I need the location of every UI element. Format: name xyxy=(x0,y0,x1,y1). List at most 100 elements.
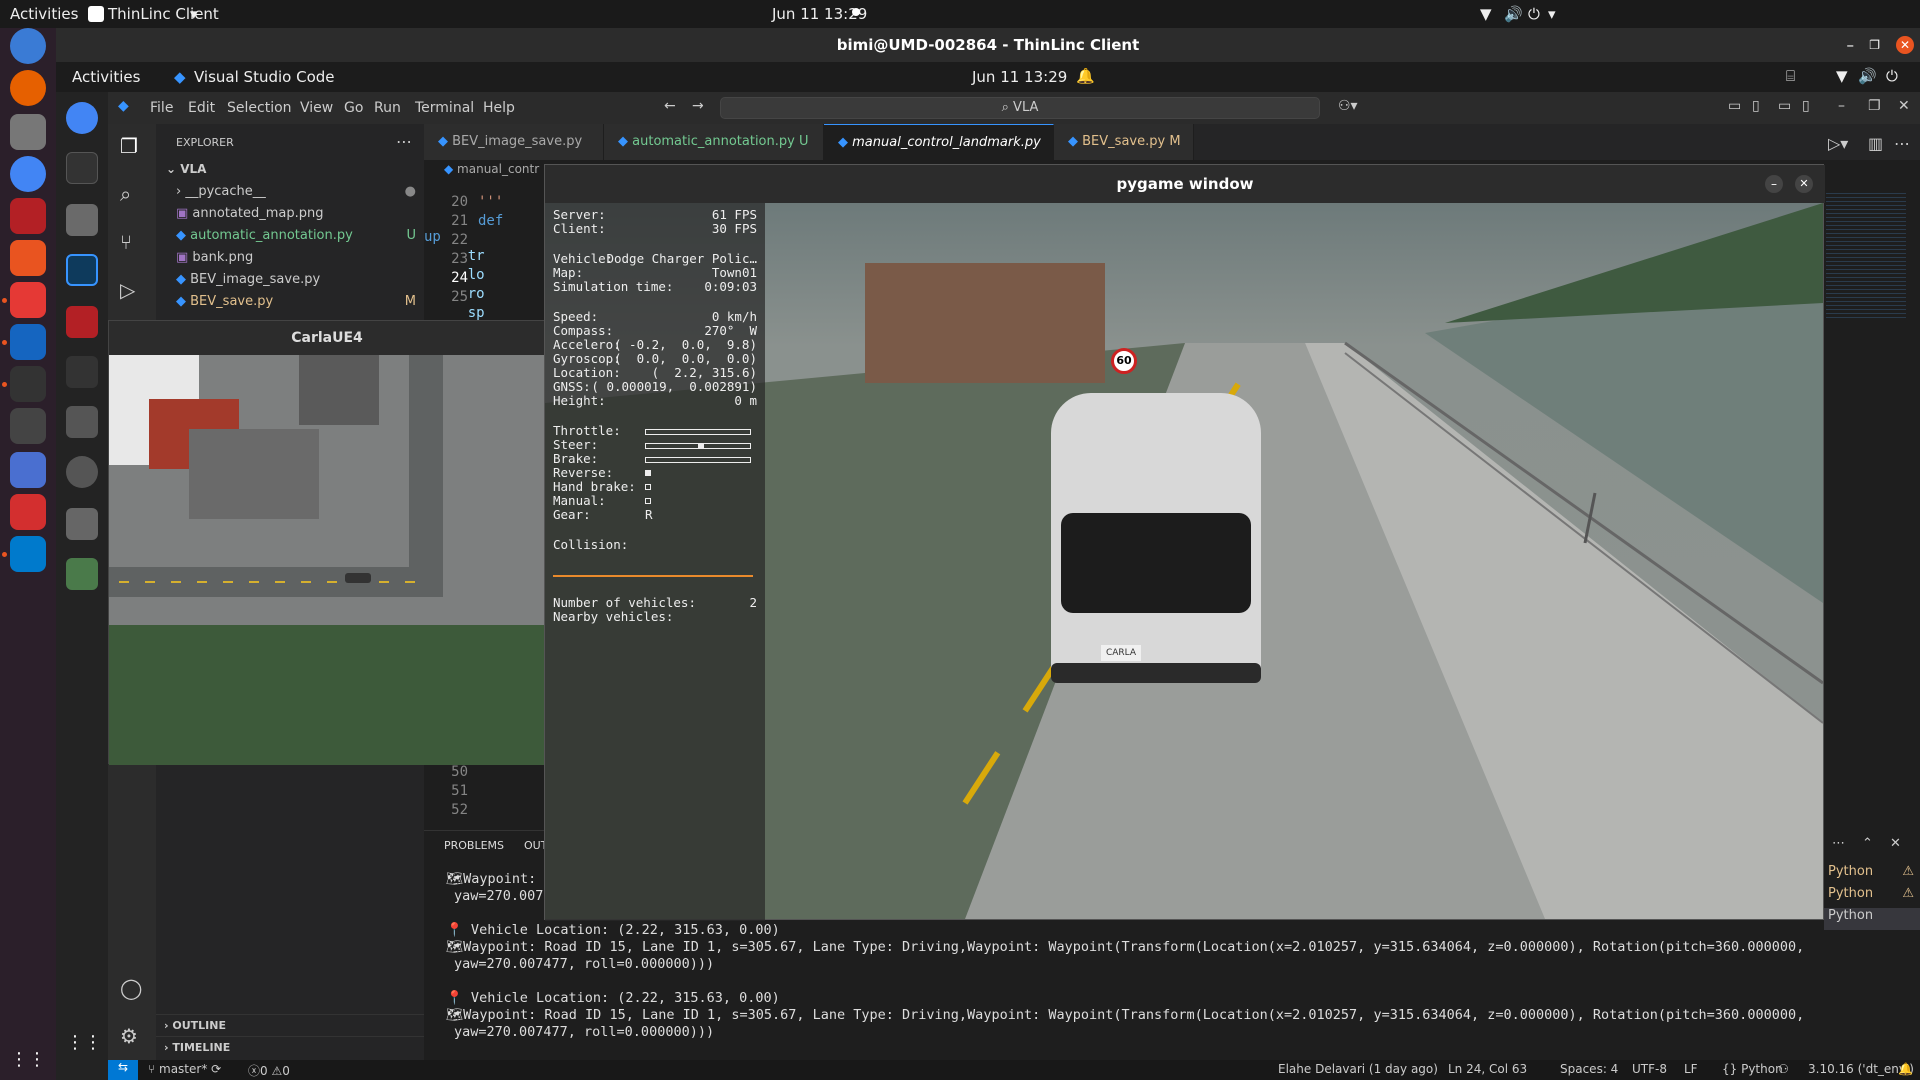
wifi-icon[interactable]: ▼ xyxy=(1480,5,1492,23)
power-icon[interactable]: ⏻ xyxy=(1528,5,1540,23)
close-panel-icon[interactable]: ✕ xyxy=(1890,836,1901,851)
show-apps-icon[interactable]: ⋮⋮ xyxy=(66,1032,102,1064)
restore-icon[interactable]: ❐ xyxy=(1869,28,1880,62)
search-icon[interactable]: ⌕ xyxy=(120,182,131,206)
layout-icon[interactable]: ▭ xyxy=(1728,98,1741,114)
language-mode[interactable]: {} Python xyxy=(1722,1062,1783,1076)
files-icon[interactable] xyxy=(10,114,46,150)
volume-icon[interactable]: 🔊 xyxy=(1858,67,1877,85)
eol[interactable]: LF xyxy=(1684,1062,1698,1076)
firefox-icon[interactable] xyxy=(10,70,46,106)
host-app-menu[interactable]: ThinLinc Client xyxy=(108,5,219,23)
breadcrumb[interactable]: ◆ manual_contr xyxy=(444,162,539,176)
indentation[interactable]: Spaces: 4 xyxy=(1560,1062,1618,1076)
copilot-icon[interactable]: ⚇▾ xyxy=(1338,98,1358,114)
chrome-icon[interactable] xyxy=(66,102,98,134)
terminal-icon[interactable] xyxy=(66,152,98,184)
terminal-icon[interactable] xyxy=(10,366,46,402)
system-menu-chevron-icon[interactable]: ▾ xyxy=(1548,5,1556,23)
cursor-position[interactable]: Ln 24, Col 63 xyxy=(1448,1062,1527,1076)
menu-edit[interactable]: Edit xyxy=(188,100,215,116)
minimize-icon[interactable]: – xyxy=(1847,28,1855,62)
outline-section[interactable]: › OUTLINE xyxy=(156,1014,424,1036)
system-monitor-icon[interactable] xyxy=(10,408,46,444)
minimize-icon[interactable]: – xyxy=(1765,175,1783,193)
menu-go[interactable]: Go xyxy=(344,100,363,116)
account-icon[interactable]: ◯ xyxy=(120,976,142,1000)
files-icon[interactable] xyxy=(66,204,98,236)
list-item[interactable]: ◆ BEV_image_save.py xyxy=(176,272,416,294)
carla-titlebar[interactable]: CarlaUE4 xyxy=(109,321,545,355)
list-item[interactable]: Python ⚠ xyxy=(1824,886,1920,908)
problems-status[interactable]: ⓧ0 ⚠0 xyxy=(248,1062,290,1079)
search-app-icon[interactable] xyxy=(66,406,98,438)
app-center-icon[interactable] xyxy=(10,240,46,276)
toggle-secondary-icon[interactable]: ▯ xyxy=(1802,98,1810,114)
toggle-panel-icon[interactable]: ▭ xyxy=(1778,98,1791,114)
git-blame[interactable]: Elahe Delavari (1 day ago) xyxy=(1278,1062,1438,1076)
panel-more-icon[interactable]: ⋯ xyxy=(1832,836,1845,851)
list-item[interactable]: ▣ annotated_map.png xyxy=(176,206,416,228)
maximize-panel-icon[interactable]: ⌃ xyxy=(1862,836,1873,851)
carla-window[interactable]: CarlaUE4 xyxy=(108,320,545,765)
disk-icon[interactable] xyxy=(66,508,98,540)
explorer-icon[interactable]: ❐ xyxy=(120,134,138,158)
host-activities[interactable]: Activities xyxy=(10,5,78,23)
menu-selection[interactable]: Selection xyxy=(227,100,292,116)
menu-terminal[interactable]: Terminal xyxy=(415,100,474,116)
command-center-search[interactable]: ⌕ VLA xyxy=(720,97,1320,119)
thinlinc-icon[interactable] xyxy=(10,324,46,360)
list-item[interactable]: Python ⚠ xyxy=(1824,864,1920,886)
more-actions-icon[interactable]: ⋯ xyxy=(1894,134,1910,153)
system-monitor-icon[interactable] xyxy=(66,356,98,388)
tab-bev-image-save[interactable]: ◆ BEV_image_save.py xyxy=(424,124,604,160)
minimize-icon[interactable]: – xyxy=(1838,98,1845,114)
bell-icon[interactable]: 🔔 xyxy=(1076,67,1095,85)
thunderbird-icon[interactable] xyxy=(10,28,46,64)
more-actions-icon[interactable]: ⋯ xyxy=(396,132,412,151)
tab-bev-save[interactable]: ◆ BEV_save.py M xyxy=(1054,124,1194,160)
close-icon[interactable]: ✕ xyxy=(1898,98,1910,114)
screenshot-icon[interactable] xyxy=(10,452,46,488)
close-icon[interactable]: ✕ xyxy=(1795,175,1813,193)
toggle-sidebar-icon[interactable]: ▯ xyxy=(1752,98,1760,114)
copilot-icon[interactable]: ⚇ xyxy=(1778,1062,1789,1076)
source-control-icon[interactable]: ⑂ xyxy=(120,230,132,254)
list-item[interactable]: ◆ automatic_annotation.py U xyxy=(176,228,416,250)
vscode-icon[interactable] xyxy=(10,536,46,572)
restore-icon[interactable]: ❐ xyxy=(1868,98,1881,114)
menu-help[interactable]: Help xyxy=(483,100,515,116)
mendeley-icon[interactable] xyxy=(10,494,46,530)
tab-automatic-annotation[interactable]: ◆ automatic_annotation.py U xyxy=(604,124,824,160)
pygame-titlebar[interactable]: pygame window – ✕ xyxy=(545,165,1825,203)
branch-status[interactable]: ⑂ master* ⟳ xyxy=(148,1062,221,1076)
run-debug-icon[interactable]: ▷ xyxy=(120,278,135,302)
back-arrow-icon[interactable]: ← xyxy=(664,98,676,114)
timeline-section[interactable]: › TIMELINE xyxy=(156,1036,424,1058)
terminal-red-icon[interactable] xyxy=(10,198,46,234)
list-item[interactable]: ▣ bank.png xyxy=(176,250,416,272)
tab-manual-control-landmark[interactable]: ◆ manual_control_landmark.py ✕ xyxy=(824,124,1054,186)
list-item[interactable]: › __pycache__ ● xyxy=(176,184,416,206)
encoding[interactable]: UTF-8 xyxy=(1632,1062,1667,1076)
remote-app-name[interactable]: Visual Studio Code xyxy=(194,68,335,86)
folder-root[interactable]: ⌄ VLA xyxy=(166,162,206,176)
power-icon[interactable]: ⏻ xyxy=(1886,67,1898,85)
list-item[interactable]: Python xyxy=(1824,908,1920,930)
anydesk-icon[interactable] xyxy=(10,282,46,318)
bell-icon[interactable]: 🔔 xyxy=(1898,1062,1913,1076)
network-icon[interactable]: ⌸ xyxy=(1786,67,1795,85)
show-apps-icon[interactable]: ⋮⋮ xyxy=(10,1042,46,1078)
menu-file[interactable]: File xyxy=(150,100,173,116)
wifi-icon[interactable]: ▼ xyxy=(1836,67,1848,85)
tab-problems[interactable]: PROBLEMS xyxy=(444,839,504,852)
terminal-red-icon[interactable] xyxy=(66,306,98,338)
pygame-window[interactable]: pygame window – ✕ 60 CARLA Server: 61 FPS… xyxy=(544,164,1825,921)
menu-run[interactable]: Run xyxy=(374,100,401,116)
trash-icon[interactable] xyxy=(66,558,98,590)
chevron-down-icon[interactable]: ▾ xyxy=(190,5,198,23)
settings-icon[interactable] xyxy=(66,456,98,488)
remote-clock[interactable]: Jun 11 13:29 xyxy=(972,68,1067,86)
gear-icon[interactable]: ⚙ xyxy=(120,1024,138,1048)
chrome-icon[interactable] xyxy=(10,156,46,192)
